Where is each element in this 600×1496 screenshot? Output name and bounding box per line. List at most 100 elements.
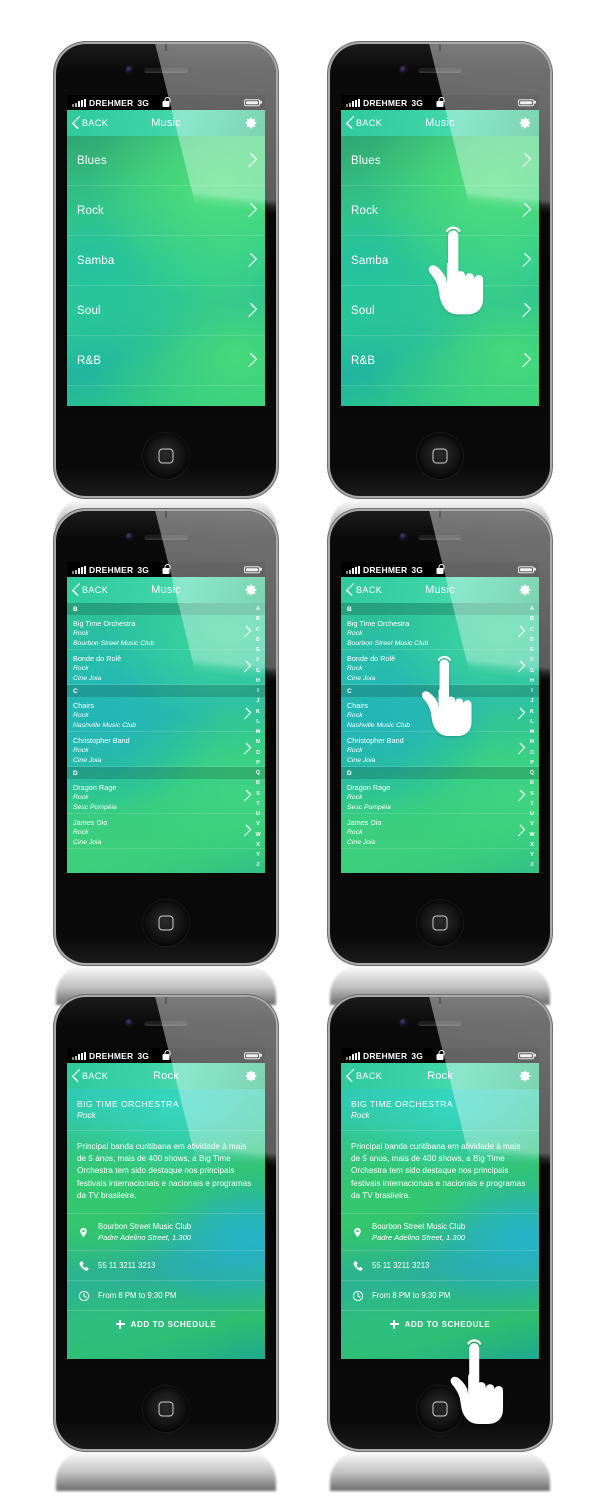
home-button[interactable] [417, 900, 463, 946]
alpha-index-letter[interactable]: V [530, 819, 534, 829]
alpha-index-letter[interactable]: P [256, 758, 260, 768]
alpha-index-letter[interactable]: A [256, 604, 260, 614]
alpha-index-letter[interactable]: F [256, 655, 259, 665]
alpha-index-letter[interactable]: B [256, 614, 260, 624]
alpha-index-letter[interactable]: M [256, 727, 261, 737]
alpha-index-letter[interactable]: S [530, 789, 534, 799]
gear-icon[interactable] [244, 116, 258, 130]
alpha-index-letter[interactable]: I [531, 686, 533, 696]
gear-icon[interactable] [244, 1069, 258, 1083]
alpha-index-letter[interactable]: Z [256, 860, 259, 870]
alpha-index-letter[interactable]: K [530, 707, 534, 717]
alpha-index-letter[interactable]: N [530, 737, 534, 747]
band-row-dragon-rage[interactable]: Dragon Rage Rock Sesc Pompéia [67, 779, 265, 814]
genre-row-rock[interactable]: Rock [67, 186, 265, 236]
back-button[interactable]: BACK [347, 1071, 382, 1082]
band-row-bonde-do-role[interactable]: Bonde do Rolê Rock Cine Joia [67, 650, 265, 685]
alpha-index-letter[interactable]: G [256, 666, 260, 676]
alpha-index-letter[interactable]: J [257, 696, 260, 706]
band-row-christopher-band[interactable]: Christopher Band Rock Cine Joia [67, 732, 265, 767]
alpha-index-letter[interactable]: F [530, 655, 533, 665]
home-button[interactable] [143, 900, 189, 946]
home-button[interactable] [143, 1386, 189, 1432]
home-button[interactable] [417, 433, 463, 479]
genre-row-blues[interactable]: Blues [67, 136, 265, 186]
add-to-schedule-button[interactable]: ADD TO SCHEDULE [341, 1311, 539, 1337]
home-button[interactable] [143, 433, 189, 479]
band-row-bonde-do-role[interactable]: Bonde do Rolê Rock Cine Joia [341, 650, 539, 685]
alpha-index-letter[interactable]: Y [530, 850, 534, 860]
alpha-index-letter[interactable]: U [530, 809, 534, 819]
alpha-index-letter[interactable]: R [530, 778, 534, 788]
phone-row[interactable]: 55 11 3211 3213 [341, 1251, 539, 1282]
gear-icon[interactable] [518, 583, 532, 597]
alpha-index-letter[interactable]: O [256, 748, 260, 758]
alpha-index-letter[interactable]: X [256, 840, 260, 850]
alpha-index-letter[interactable]: H [530, 676, 534, 686]
alpha-index-letter[interactable]: B [530, 614, 534, 624]
band-row-chairs[interactable]: Chairs Rock Nashville Music Club [67, 697, 265, 732]
back-button[interactable]: BACK [347, 585, 382, 596]
gear-icon[interactable] [518, 1069, 532, 1083]
alpha-index-letter[interactable]: K [256, 707, 260, 717]
alpha-index-letter[interactable]: O [530, 748, 534, 758]
alpha-index-letter[interactable]: C [530, 625, 534, 635]
alphabet-index[interactable]: ABCDEFGHIJKLMNOPQRSTUVWXYZ [526, 603, 538, 873]
alpha-index-letter[interactable]: H [256, 676, 260, 686]
alpha-index-letter[interactable]: Q [256, 768, 260, 778]
alpha-index-letter[interactable]: R [256, 778, 260, 788]
genre-row-soul[interactable]: Soul [67, 286, 265, 336]
back-button[interactable]: BACK [73, 118, 108, 129]
band-row-james-dio[interactable]: James Dio Rock Cine Joia [67, 814, 265, 849]
venue-row[interactable]: Bourbon Street Music Club Padre Adelino … [341, 1214, 539, 1252]
alpha-index-letter[interactable]: Z [530, 860, 533, 870]
band-row-big-time-orchestra[interactable]: Big Time Orchestra Rock Bourbon Street M… [67, 615, 265, 650]
venue-row[interactable]: Bourbon Street Music Club Padre Adelino … [67, 1214, 265, 1252]
alpha-index-letter[interactable]: X [530, 840, 534, 850]
band-row-big-time-orchestra[interactable]: Big Time Orchestra Rock Bourbon Street M… [341, 615, 539, 650]
alpha-index-letter[interactable]: L [256, 717, 259, 727]
add-to-schedule-button[interactable]: ADD TO SCHEDULE [67, 1311, 265, 1337]
alpha-index-letter[interactable]: C [256, 625, 260, 635]
home-button[interactable] [417, 1386, 463, 1432]
alpha-index-letter[interactable]: S [256, 789, 260, 799]
band-row-chairs[interactable]: Chairs Rock Nashville Music Club [341, 697, 539, 732]
gear-icon[interactable] [518, 116, 532, 130]
alpha-index-letter[interactable]: D [530, 635, 534, 645]
alpha-index-letter[interactable]: D [256, 635, 260, 645]
alpha-index-letter[interactable]: G [530, 666, 534, 676]
alpha-index-letter[interactable]: M [530, 727, 535, 737]
alpha-index-letter[interactable]: I [257, 686, 259, 696]
genre-row-soul[interactable]: Soul [341, 286, 539, 336]
alpha-index-letter[interactable]: W [529, 830, 534, 840]
alpha-index-letter[interactable]: L [530, 717, 533, 727]
alpha-index-letter[interactable]: P [530, 758, 534, 768]
alpha-index-letter[interactable]: E [530, 645, 534, 655]
alpha-index-letter[interactable]: Q [530, 768, 534, 778]
alphabet-index[interactable]: ABCDEFGHIJKLMNOPQRSTUVWXYZ [252, 603, 264, 873]
genre-row-rnb[interactable]: R&B [341, 336, 539, 386]
genre-row-samba[interactable]: Samba [67, 236, 265, 286]
back-button[interactable]: BACK [347, 118, 382, 129]
gear-icon[interactable] [244, 583, 258, 597]
back-button[interactable]: BACK [73, 585, 108, 596]
alpha-index-letter[interactable]: T [530, 799, 533, 809]
back-button[interactable]: BACK [73, 1071, 108, 1082]
alpha-index-letter[interactable]: E [256, 645, 260, 655]
band-row-james-dio[interactable]: James Dio Rock Cine Joia [341, 814, 539, 849]
alpha-index-letter[interactable]: Y [256, 850, 260, 860]
band-row-christopher-band[interactable]: Christopher Band Rock Cine Joia [341, 732, 539, 767]
genre-row-samba[interactable]: Samba [341, 236, 539, 286]
alpha-index-letter[interactable]: U [256, 809, 260, 819]
alpha-index-letter[interactable]: J [531, 696, 534, 706]
phone-row[interactable]: 55 11 3211 3213 [67, 1251, 265, 1282]
alpha-index-letter[interactable]: N [256, 737, 260, 747]
genre-row-rnb[interactable]: R&B [67, 336, 265, 386]
alpha-index-letter[interactable]: T [256, 799, 259, 809]
alpha-index-letter[interactable]: A [530, 604, 534, 614]
band-row-dragon-rage[interactable]: Dragon Rage Rock Sesc Pompéia [341, 779, 539, 814]
genre-row-rock[interactable]: Rock [341, 186, 539, 236]
genre-row-blues[interactable]: Blues [341, 136, 539, 186]
alpha-index-letter[interactable]: V [256, 819, 260, 829]
alpha-index-letter[interactable]: W [255, 830, 260, 840]
